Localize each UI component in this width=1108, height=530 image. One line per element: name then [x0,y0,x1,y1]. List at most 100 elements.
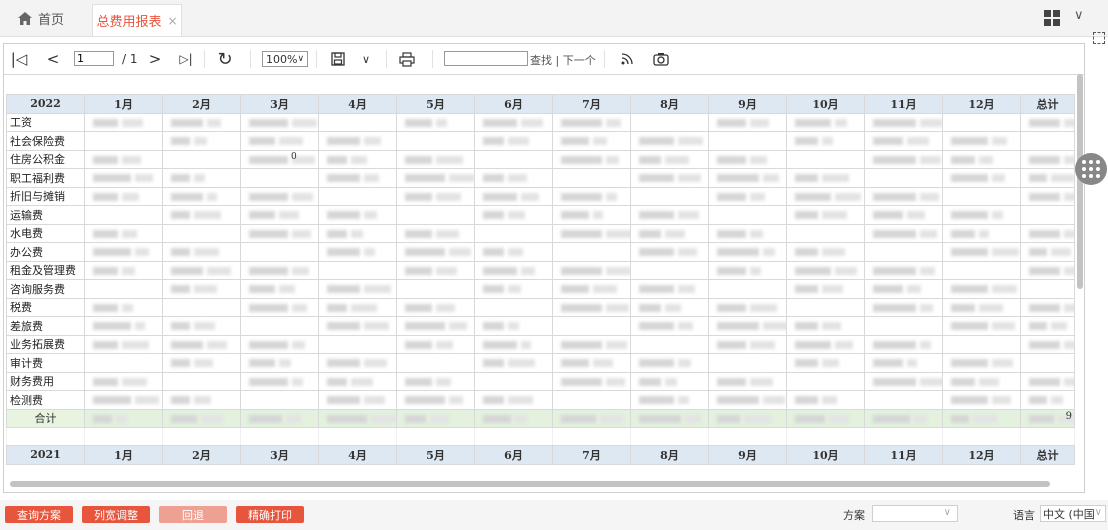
total-cell-redacted: 9 [1020,408,1075,428]
last-page-icon[interactable]: ▷| [174,44,198,74]
value-cell-redacted [396,279,475,299]
value-cell-redacted [942,279,1021,299]
table-row: 差旅费 [6,316,1075,336]
value-cell-redacted [474,334,553,354]
tab-active-label: 总费用报表 [96,15,162,30]
bottom-bar: 查询方案 列宽调整 回退 精确打印 方案 ∨ 语言 中文 (中国 ∨ [0,500,1108,530]
column-width-button[interactable]: 列宽调整 [82,506,150,523]
header-cell: 3月 [240,445,319,465]
language-value: 中文 (中国 [1043,507,1095,521]
save-dropdown-icon[interactable]: ∨ [356,44,376,74]
value-cell-redacted [240,242,319,262]
value-cell-redacted [474,168,553,188]
value-cell-redacted [1020,112,1075,132]
header-cell: 2月 [162,94,241,114]
value-cell-redacted [396,260,475,280]
value-cell-redacted [708,390,787,410]
value-cell-redacted [942,168,1021,188]
header-cell: 11月 [864,94,943,114]
query-scheme-button[interactable]: 查询方案 [5,506,73,523]
plan-select[interactable]: ∨ [872,505,958,522]
header-cell: 10月 [786,94,865,114]
value-cell-redacted [318,353,397,373]
rss-icon[interactable] [616,44,638,74]
value-cell-redacted [318,149,397,169]
table-row: 财务费用 [6,371,1075,391]
tab-total-expense-report[interactable]: 总费用报表 × [92,4,182,36]
value-cell-redacted [318,279,397,299]
value-cell-redacted [708,186,787,206]
row-label: 审计费 [6,353,85,373]
prev-page-icon[interactable]: < [42,44,64,74]
page-number-input[interactable] [74,51,114,66]
value-cell-redacted [318,131,397,151]
chevron-down-icon[interactable]: ∨ [1074,8,1084,23]
fullscreen-icon[interactable] [1093,32,1105,44]
value-cell-redacted [84,390,163,410]
value-cell-redacted [240,390,319,410]
value-cell-redacted [942,371,1021,391]
report-toolbar: |◁ < / 1 > ▷| ↻ 100% ∨ ∨ 查找 | 下一个 [4,44,1084,75]
language-label: 语言 [1013,509,1035,522]
value-cell-redacted [84,149,163,169]
value-cell-redacted [786,149,865,169]
value-cell-redacted [552,297,631,317]
value-cell-redacted [474,112,553,132]
value-cell-redacted [474,260,553,280]
header-row-2021: 2021 1月 2月 3月 4月 5月 6月 7月 8月 9月 10月 11月 12月 总计 [6,445,1075,465]
value-cell-redacted [630,131,709,151]
value-cell-redacted [864,371,943,391]
horizontal-scrollbar[interactable] [10,481,1050,487]
value-cell-redacted [396,353,475,373]
tab-home[interactable]: 首页 [18,0,64,36]
value-cell-redacted [318,316,397,336]
value-cell-redacted [630,353,709,373]
refresh-icon[interactable]: ↻ [212,44,238,74]
first-page-icon[interactable]: |◁ [8,44,30,74]
value-cell-redacted [396,131,475,151]
header-cell: 12月 [942,445,1021,465]
value-cell-redacted [162,353,241,373]
value-cell-redacted [84,186,163,206]
value-cell-redacted [630,279,709,299]
value-cell-redacted [1020,316,1075,336]
next-page-icon[interactable]: > [144,44,166,74]
language-select[interactable]: 中文 (中国 ∨ [1040,505,1106,522]
zoom-select[interactable]: 100% ∨ [262,51,308,67]
value-cell-redacted [474,316,553,336]
value-cell-redacted [1020,371,1075,391]
value-cell-redacted [318,205,397,225]
header-cell: 7月 [552,94,631,114]
precise-print-button[interactable]: 精确打印 [236,506,304,523]
close-icon[interactable]: × [167,14,177,28]
value-cell-redacted [1020,279,1075,299]
floating-menu-icon[interactable] [1075,153,1107,185]
app-grid-icon[interactable] [1044,10,1060,26]
value-cell-redacted [864,260,943,280]
value-cell-redacted [942,149,1021,169]
value-cell-redacted [786,371,865,391]
value-cell-redacted [396,334,475,354]
value-cell-redacted [552,186,631,206]
table-row: 办公费 [6,242,1075,262]
back-button[interactable]: 回退 [159,506,227,523]
value-cell-redacted [864,297,943,317]
next-match-button[interactable]: 下一个 [563,54,596,67]
search-button[interactable]: 查找 [530,54,552,67]
value-cell-redacted [396,112,475,132]
value-cell-redacted [1020,242,1075,262]
value-cell-redacted [240,223,319,243]
value-cell-redacted [864,353,943,373]
value-cell-redacted [708,242,787,262]
print-icon[interactable] [396,44,418,74]
total-cell-redacted [630,408,709,428]
table-row: 检测费 [6,390,1075,410]
save-icon[interactable] [328,44,348,74]
table-row: 业务拓展费 [6,334,1075,354]
value-cell-redacted [318,297,397,317]
value-cell-redacted [786,390,865,410]
value-cell-redacted [942,205,1021,225]
camera-icon[interactable] [650,44,672,74]
search-input[interactable] [444,51,528,66]
value-cell-redacted [1020,205,1075,225]
